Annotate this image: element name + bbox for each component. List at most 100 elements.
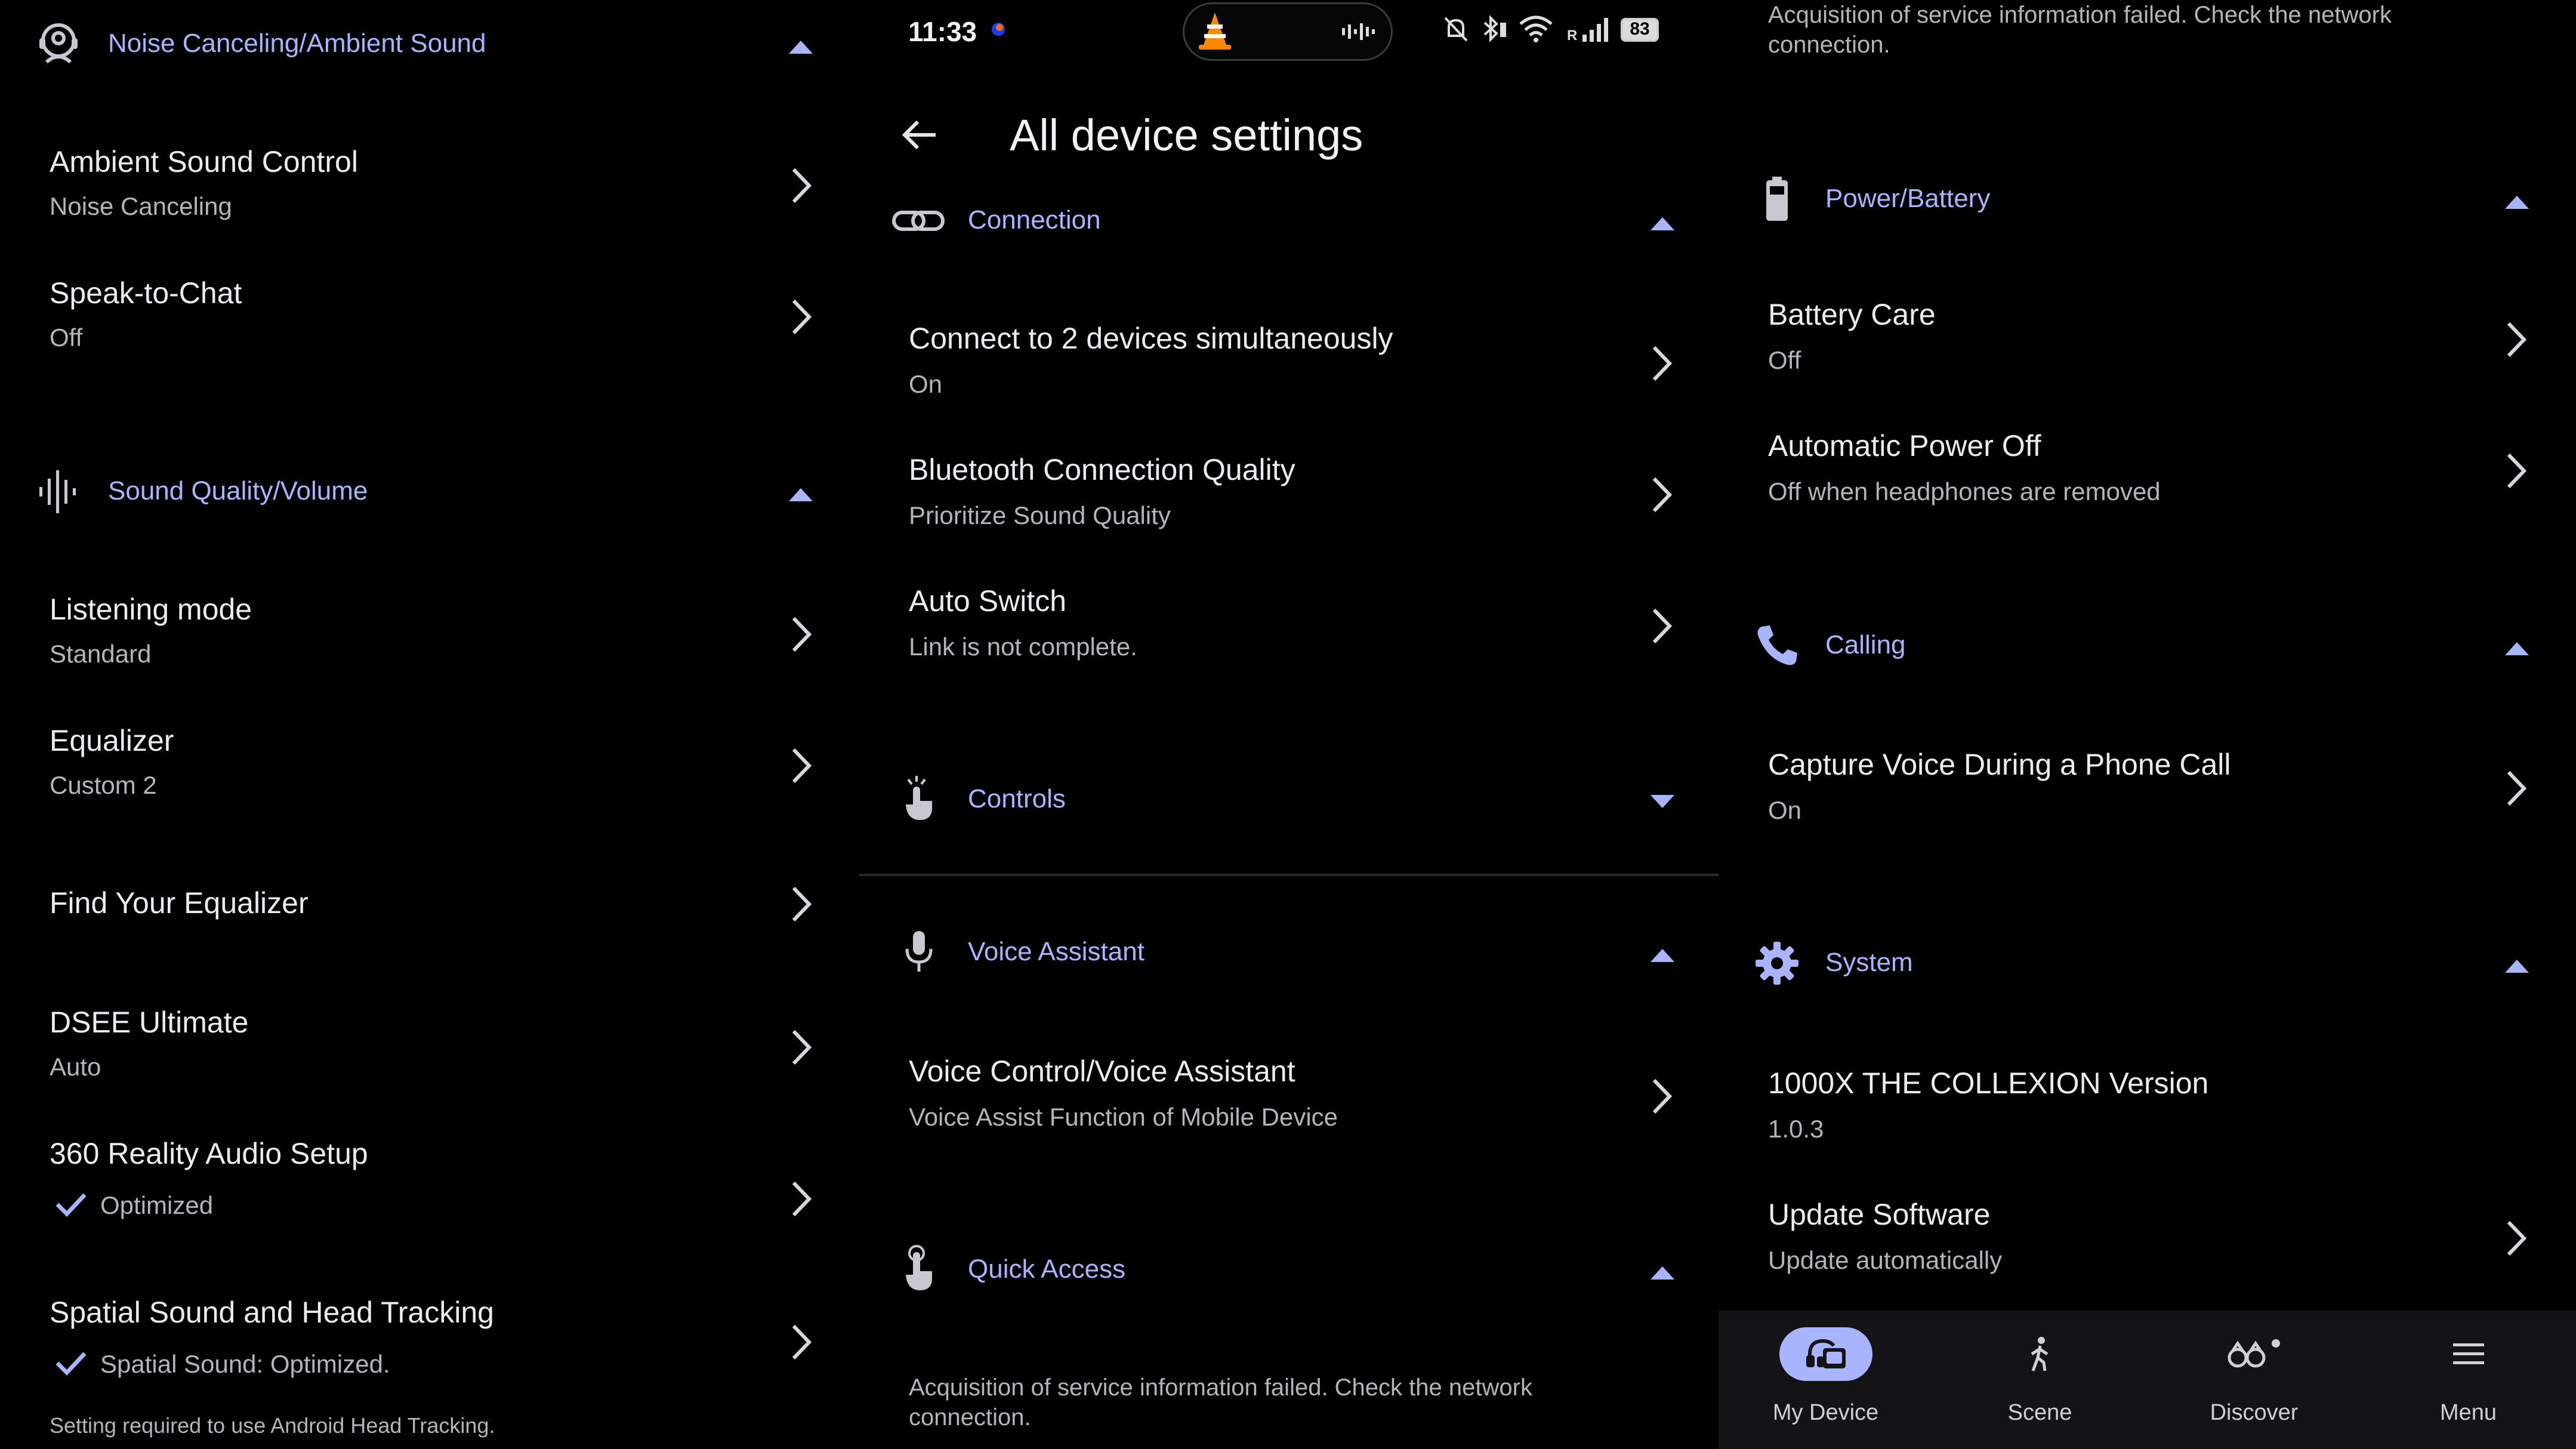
bell-muted-icon bbox=[1444, 17, 1468, 42]
section-title: Controls bbox=[968, 784, 1066, 813]
chevron-right-icon bbox=[792, 168, 812, 204]
item-title: Capture Voice During a Phone Call bbox=[1768, 748, 2231, 781]
section-header-power-battery[interactable]: Power/Battery bbox=[1719, 169, 2576, 229]
item-subtitle: Off when headphones are removed bbox=[1768, 477, 2161, 505]
list-item-automatic-power-off[interactable]: Automatic Power Off Off when headphones … bbox=[1719, 418, 2576, 531]
item-title: Voice Control/Voice Assistant bbox=[909, 1055, 1295, 1088]
notification-app-icon bbox=[992, 23, 1005, 36]
chevron-right-icon bbox=[792, 748, 812, 784]
item-subtitle: Custom 2 bbox=[50, 771, 157, 799]
item-title: Speak-to-Chat bbox=[50, 276, 242, 310]
caret-up-icon[interactable] bbox=[1648, 944, 1677, 966]
nav-label: My Device bbox=[1772, 1400, 1879, 1425]
item-title: Ambient Sound Control bbox=[50, 145, 358, 178]
nav-icon-slot bbox=[1994, 1327, 2087, 1381]
nav-my-device[interactable]: My Device bbox=[1719, 1311, 1933, 1449]
bluetooth-battery-icon bbox=[1483, 15, 1506, 42]
list-item-capture-voice[interactable]: Capture Voice During a Phone Call On bbox=[1719, 738, 2576, 851]
list-item-battery-care[interactable]: Battery Care Off bbox=[1719, 286, 2576, 400]
signal-icon bbox=[1582, 18, 1608, 42]
back-arrow-icon[interactable] bbox=[900, 117, 939, 153]
item-subtitle: On bbox=[1768, 796, 1802, 824]
caret-down-icon[interactable] bbox=[1648, 791, 1677, 813]
page-title: All device settings bbox=[1010, 110, 1363, 160]
item-title: Bluetooth Connection Quality bbox=[909, 453, 1295, 486]
dynamic-island bbox=[1183, 2, 1393, 61]
list-item-voice-control[interactable]: Voice Control/Voice Assistant Voice Assi… bbox=[859, 1043, 1719, 1157]
section-title: Power/Battery bbox=[1825, 184, 1991, 213]
roaming-indicator: R bbox=[1567, 27, 1578, 44]
section-header-quick-access[interactable]: Quick Access bbox=[859, 1240, 1719, 1300]
service-error-message: Acquisition of service information faile… bbox=[909, 1374, 1532, 1430]
nav-icon-slot bbox=[2208, 1327, 2301, 1381]
item-title: Automatic Power Off bbox=[1768, 429, 2041, 463]
item-title: Spatial Sound and Head Tracking bbox=[50, 1296, 494, 1329]
caret-up-icon[interactable] bbox=[786, 483, 815, 505]
nav-label: Scene bbox=[2007, 1400, 2072, 1425]
headphone-person-icon bbox=[39, 23, 78, 64]
battery-icon bbox=[1766, 177, 1788, 221]
item-title: DSEE Ultimate bbox=[50, 1006, 249, 1039]
caret-up-icon[interactable] bbox=[786, 36, 815, 57]
chevron-right-icon bbox=[2507, 322, 2527, 357]
nav-discover[interactable]: Discover bbox=[2147, 1311, 2361, 1449]
section-divider bbox=[859, 874, 1719, 876]
caret-up-icon[interactable] bbox=[2503, 955, 2531, 976]
nav-label: Menu bbox=[2439, 1400, 2497, 1425]
list-item-dsee-ultimate[interactable]: DSEE Ultimate Auto bbox=[0, 993, 859, 1106]
caret-up-icon[interactable] bbox=[2503, 191, 2531, 212]
list-item-auto-switch[interactable]: Auto Switch Link is not complete. bbox=[859, 573, 1719, 686]
list-item-update-software[interactable]: Update Software Update automatically bbox=[1719, 1188, 2576, 1301]
phone-icon bbox=[1757, 625, 1797, 665]
wifi-icon bbox=[1519, 16, 1553, 42]
section-title: Calling bbox=[1825, 630, 1906, 659]
list-item-equalizer[interactable]: Equalizer Custom 2 bbox=[0, 711, 859, 825]
item-subtitle: Voice Assist Function of Mobile Device bbox=[909, 1103, 1338, 1131]
list-item-find-your-equalizer[interactable]: Find Your Equalizer bbox=[0, 859, 859, 949]
touch-icon bbox=[906, 776, 932, 820]
list-item-360-reality-audio-setup[interactable]: 360 Reality Audio Setup Optimized bbox=[0, 1124, 859, 1256]
nav-menu[interactable]: Menu bbox=[2361, 1311, 2575, 1449]
caret-up-icon[interactable] bbox=[2503, 637, 2531, 659]
section-header-controls[interactable]: Controls bbox=[859, 770, 1719, 830]
list-item-listening-mode[interactable]: Listening mode Standard bbox=[0, 580, 859, 693]
section-header-sound-quality[interactable]: Sound Quality/Volume bbox=[0, 460, 859, 525]
vlc-cone-icon bbox=[1199, 13, 1231, 50]
item-title: Listening mode bbox=[50, 593, 252, 626]
item-subtitle: Off bbox=[1768, 346, 1801, 374]
status-time: 11:33 bbox=[908, 16, 977, 47]
item-subtitle: Standard bbox=[50, 640, 152, 668]
binoculars-icon bbox=[2228, 1339, 2280, 1368]
section-header-noise-canceling[interactable]: Noise Canceling/Ambient Sound bbox=[0, 12, 859, 78]
chevron-right-icon bbox=[1652, 346, 1673, 381]
caret-up-icon[interactable] bbox=[1648, 1262, 1677, 1283]
audio-activity-icon bbox=[1342, 23, 1375, 40]
caret-up-icon[interactable] bbox=[1648, 212, 1677, 234]
list-item-ambient-sound-control[interactable]: Ambient Sound Control Noise Canceling bbox=[0, 131, 859, 245]
nav-scene[interactable]: Scene bbox=[1933, 1311, 2147, 1449]
item-subtitle: Link is not complete. bbox=[909, 633, 1137, 661]
item-subtitle: On bbox=[909, 370, 943, 398]
list-item-speak-to-chat[interactable]: Speak-to-Chat Off bbox=[0, 263, 859, 376]
section-header-calling[interactable]: Calling bbox=[1719, 616, 2576, 676]
chevron-right-icon bbox=[2507, 770, 2527, 806]
status-bar: 11:33 R 83 bbox=[859, 0, 1719, 61]
section-title: Quick Access bbox=[968, 1254, 1126, 1284]
chevron-right-icon bbox=[792, 1181, 812, 1217]
item-subtitle: Update automatically bbox=[1768, 1246, 2003, 1274]
chevron-right-icon bbox=[1652, 608, 1673, 644]
gear-icon bbox=[1756, 942, 1798, 985]
section-header-connection[interactable]: Connection bbox=[859, 191, 1719, 251]
section-title: Sound Quality/Volume bbox=[108, 476, 368, 505]
nav-active-indicator bbox=[1779, 1327, 1872, 1381]
service-error-message: Acquisition of service information faile… bbox=[1768, 2, 2392, 58]
list-item-bluetooth-connection-quality[interactable]: Bluetooth Connection Quality Prioritize … bbox=[859, 442, 1719, 555]
section-header-voice-assistant[interactable]: Voice Assistant bbox=[859, 923, 1719, 982]
item-subtitle: Optimized bbox=[100, 1191, 214, 1219]
list-item-connect-2-devices[interactable]: Connect to 2 devices simultaneously On bbox=[859, 310, 1719, 424]
item-note: Setting required to use Android Head Tra… bbox=[50, 1413, 495, 1438]
panel-right: Acquisition of service information faile… bbox=[1719, 0, 2576, 1449]
section-header-system[interactable]: System bbox=[1719, 933, 2576, 993]
list-item-spatial-sound[interactable]: Spatial Sound and Head Tracking Spatial … bbox=[0, 1283, 859, 1449]
item-subtitle: Noise Canceling bbox=[50, 192, 232, 220]
